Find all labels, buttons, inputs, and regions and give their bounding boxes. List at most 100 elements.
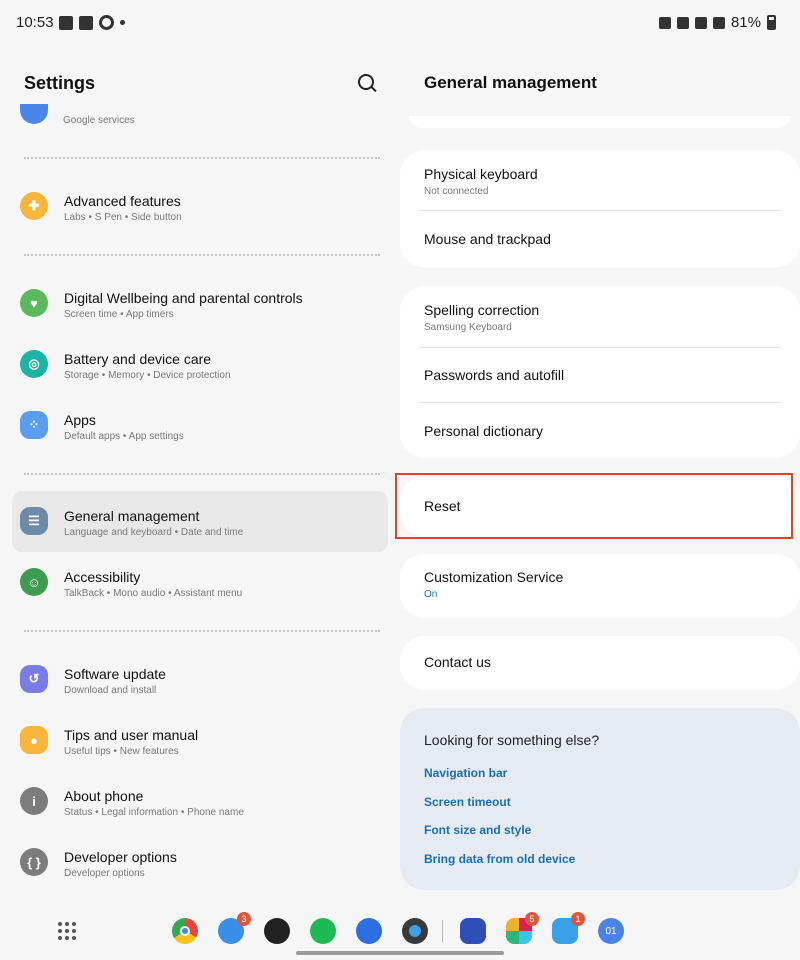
cloud-app-icon[interactable] xyxy=(460,918,486,944)
item-subtitle: Useful tips • New features xyxy=(64,746,179,757)
item-title: Battery and device care xyxy=(64,351,212,367)
heart-circle-icon: ♥ xyxy=(20,289,48,317)
camera-app-icon[interactable] xyxy=(402,918,428,944)
item-title: Tips and user manual xyxy=(64,727,199,743)
signal-icon xyxy=(712,16,725,29)
row-title: Contact us xyxy=(424,654,491,670)
reset-highlight-box xyxy=(395,473,793,539)
status-bar: 10:53 81% xyxy=(0,0,800,44)
menu-physical-keyboard[interactable]: Physical keyboard Not connected xyxy=(424,166,780,197)
settings-item-apps[interactable]: ⁘ Apps Default apps • App settings xyxy=(12,395,388,456)
link-screen-timeout[interactable]: Screen timeout xyxy=(424,795,511,809)
row-title: Spelling correction xyxy=(424,302,540,318)
item-title: Advanced features xyxy=(64,193,181,209)
calendar-notification-icon xyxy=(79,15,93,30)
notification-badge: 5 xyxy=(525,912,539,926)
item-subtitle: Screen time • App timers xyxy=(64,309,174,320)
menu-contact-us[interactable]: Contact us xyxy=(424,654,780,670)
search-icon[interactable] xyxy=(356,72,378,94)
item-subtitle: Labs • S Pen • Side button xyxy=(64,212,182,223)
settings-item-tips[interactable]: ● Tips and user manual Useful tips • New… xyxy=(12,710,388,771)
divider xyxy=(24,157,380,159)
item-subtitle: Storage • Memory • Device protection xyxy=(64,370,231,381)
notification-badge: 1 xyxy=(571,912,585,926)
settings-item-software-update[interactable]: ↺ Software update Download and install xyxy=(12,649,388,710)
menu-mouse-trackpad[interactable]: Mouse and trackpad xyxy=(424,231,780,247)
spotify-icon[interactable] xyxy=(310,918,336,944)
sliders-icon: ☰ xyxy=(20,507,48,535)
gear-plus-icon: ✚ xyxy=(20,192,48,220)
row-divider xyxy=(420,210,780,211)
row-subtitle: Not connected xyxy=(424,186,489,197)
contact-card: Contact us xyxy=(400,636,800,690)
more-notifications-icon xyxy=(120,20,125,25)
settings-item-general-management[interactable]: ☰ General management Language and keyboa… xyxy=(12,491,388,552)
row-title: Mouse and trackpad xyxy=(424,231,551,247)
taskbar-divider xyxy=(442,920,443,942)
status-notification-icons xyxy=(59,15,125,30)
customization-card: Customization Service On xyxy=(400,554,800,618)
accessibility-icon: ☺ xyxy=(20,568,48,596)
menu-spelling-correction[interactable]: Spelling correction Samsung Keyboard xyxy=(424,302,780,333)
keyboard-card: Physical keyboard Not connected Mouse an… xyxy=(400,150,800,267)
settings-item-battery[interactable]: ◎ Battery and device care Storage • Memo… xyxy=(12,334,388,395)
braces-icon: { } xyxy=(20,848,48,876)
link-navigation-bar[interactable]: Navigation bar xyxy=(424,766,507,780)
text-input-card: Spelling correction Samsung Keyboard Pas… xyxy=(400,286,800,458)
status-time: 10:53 xyxy=(16,14,54,31)
row-divider xyxy=(420,347,780,348)
detail-title: General management xyxy=(424,73,597,92)
row-divider xyxy=(420,402,780,403)
battery-percent: 81% xyxy=(730,14,761,31)
settings-item-advanced-features[interactable]: ✚ Advanced features Labs • S Pen • Side … xyxy=(12,176,388,237)
settings-item-accessibility[interactable]: ☺ Accessibility TalkBack • Mono audio • … xyxy=(12,552,388,613)
app-circle-icon[interactable] xyxy=(264,918,290,944)
home-gesture-bar[interactable] xyxy=(296,951,504,955)
suggestions-card: Looking for something else? Navigation b… xyxy=(400,708,800,890)
chrome-icon[interactable] xyxy=(172,918,198,944)
app-drawer-icon[interactable] xyxy=(58,922,76,940)
update-icon: ↺ xyxy=(20,665,48,693)
item-title: Accessibility xyxy=(64,569,141,585)
divider xyxy=(24,473,380,475)
taskbar: 3 5 1 01 xyxy=(0,900,800,960)
messages-icon[interactable] xyxy=(356,918,382,944)
row-title: Passwords and autofill xyxy=(424,367,565,383)
chat-app-icon[interactable]: 1 xyxy=(552,912,585,944)
suggestions-title: Looking for something else? xyxy=(424,732,600,748)
item-title: Software update xyxy=(64,666,166,682)
notification-badge: 3 xyxy=(237,912,251,926)
calendar-date: 01 xyxy=(605,925,617,937)
settings-item-developer-options[interactable]: { } Developer options Developer options xyxy=(12,832,388,893)
menu-passwords-autofill[interactable]: Passwords and autofill xyxy=(424,367,780,383)
item-subtitle: Developer options xyxy=(64,868,145,879)
battery-icon xyxy=(767,15,776,30)
bulb-icon: ● xyxy=(20,726,48,754)
item-subtitle: Language and keyboard • Date and time xyxy=(64,527,244,538)
item-subtitle: TalkBack • Mono audio • Assistant menu xyxy=(64,588,243,599)
item-subtitle: Status • Legal information • Phone name xyxy=(64,807,244,818)
record-notification-icon xyxy=(99,15,114,30)
item-title: Developer options xyxy=(64,849,177,865)
google-item-sub[interactable]: Google services xyxy=(63,115,135,126)
calendar-app-icon[interactable]: 01 xyxy=(598,918,624,944)
link-font-size-style[interactable]: Font size and style xyxy=(424,823,531,837)
row-title: Physical keyboard xyxy=(424,166,538,182)
item-title: Apps xyxy=(64,412,96,428)
card-scroll-edge xyxy=(409,116,790,128)
wifi-icon xyxy=(694,16,707,29)
status-system-icons: 81% xyxy=(658,14,776,31)
item-title: General management xyxy=(64,508,200,524)
menu-personal-dictionary[interactable]: Personal dictionary xyxy=(424,423,780,439)
settings-item-digital-wellbeing[interactable]: ♥ Digital Wellbeing and parental control… xyxy=(12,273,388,334)
mute-icon xyxy=(676,16,689,29)
gallery-notification-icon xyxy=(59,15,73,30)
slack-icon[interactable]: 5 xyxy=(506,912,539,944)
link-bring-data[interactable]: Bring data from old device xyxy=(424,852,575,866)
google-icon xyxy=(20,104,48,124)
battery-care-icon: ◎ xyxy=(20,350,48,378)
menu-customization-service[interactable]: Customization Service On xyxy=(424,569,780,600)
navigation-app-icon[interactable]: 3 xyxy=(218,912,251,944)
page-title: Settings xyxy=(24,73,96,93)
settings-item-about-phone[interactable]: i About phone Status • Legal information… xyxy=(12,771,388,832)
